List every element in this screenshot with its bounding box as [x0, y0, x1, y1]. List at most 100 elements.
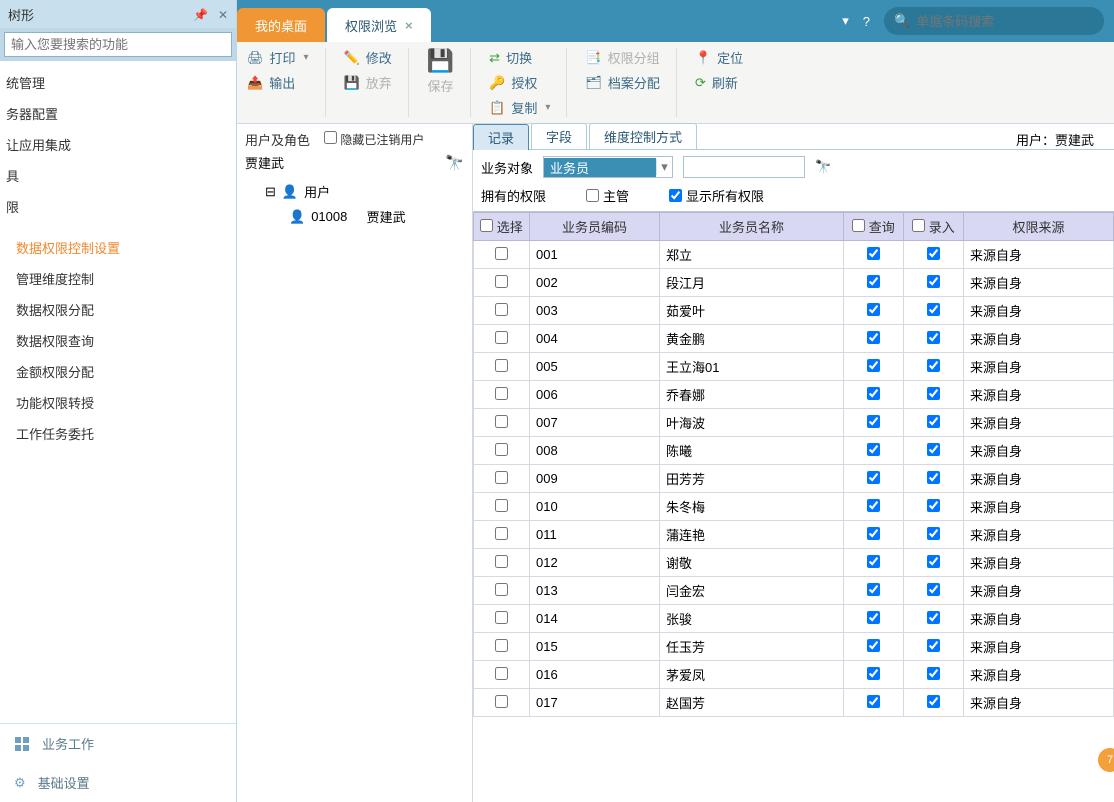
- refresh-button[interactable]: ⟳ 刷新: [695, 73, 743, 92]
- sub-nav-item[interactable]: 数据权限查询: [14, 325, 236, 356]
- table-row[interactable]: 010朱冬梅来源自身: [474, 493, 1114, 521]
- nav-item[interactable]: 务器配置: [0, 98, 236, 129]
- dropdown-icon[interactable]: ▾: [842, 13, 849, 29]
- table-row[interactable]: 002段江月来源自身: [474, 269, 1114, 297]
- row-select[interactable]: [495, 611, 508, 624]
- chevron-down-icon[interactable]: ▾: [656, 159, 672, 175]
- row-query[interactable]: [867, 695, 880, 708]
- row-entry[interactable]: [927, 667, 940, 680]
- tree-root-user[interactable]: ⊟ 👤 用户: [265, 182, 464, 201]
- subtab-dim[interactable]: 维度控制方式: [589, 123, 697, 149]
- row-query[interactable]: [867, 583, 880, 596]
- table-row[interactable]: 017赵国芳来源自身: [474, 689, 1114, 717]
- col-entry[interactable]: 录入: [904, 213, 964, 241]
- col-source[interactable]: 权限来源: [964, 213, 1114, 241]
- row-entry[interactable]: [927, 695, 940, 708]
- row-entry[interactable]: [927, 443, 940, 456]
- table-row[interactable]: 015任玉芳来源自身: [474, 633, 1114, 661]
- row-entry[interactable]: [927, 639, 940, 652]
- global-search[interactable]: 🔍: [884, 7, 1104, 35]
- row-query[interactable]: [867, 471, 880, 484]
- row-query[interactable]: [867, 611, 880, 624]
- col-query[interactable]: 查询: [844, 213, 904, 241]
- hide-cancelled-checkbox[interactable]: 隐藏已注销用户: [324, 131, 424, 148]
- row-query[interactable]: [867, 359, 880, 372]
- function-search-input[interactable]: [4, 32, 232, 57]
- supervisor-checkbox[interactable]: 主管: [586, 186, 629, 205]
- row-select[interactable]: [495, 695, 508, 708]
- row-query[interactable]: [867, 639, 880, 652]
- tab-permission-browse[interactable]: 权限浏览 ×: [327, 8, 431, 42]
- col-select[interactable]: 选择: [474, 213, 530, 241]
- biz-object-combo[interactable]: 业务员 ▾: [543, 156, 673, 178]
- sub-nav-item[interactable]: 工作任务委托: [14, 418, 236, 449]
- row-entry[interactable]: [927, 555, 940, 568]
- sub-nav-item[interactable]: 管理维度控制: [14, 263, 236, 294]
- row-entry[interactable]: [927, 331, 940, 344]
- row-query[interactable]: [867, 387, 880, 400]
- row-select[interactable]: [495, 247, 508, 260]
- table-row[interactable]: 004黄金鹏来源自身: [474, 325, 1114, 353]
- row-entry[interactable]: [927, 583, 940, 596]
- row-select[interactable]: [495, 527, 508, 540]
- filter-input[interactable]: [684, 157, 804, 177]
- row-select[interactable]: [495, 275, 508, 288]
- authorize-button[interactable]: 🔑 授权: [489, 73, 550, 92]
- row-query[interactable]: [867, 527, 880, 540]
- row-entry[interactable]: [927, 471, 940, 484]
- row-query[interactable]: [867, 667, 880, 680]
- pin-icon[interactable]: 📌: [193, 8, 208, 22]
- row-select[interactable]: [495, 583, 508, 596]
- row-select[interactable]: [495, 639, 508, 652]
- binoculars-icon[interactable]: 🔭: [815, 159, 831, 175]
- export-button[interactable]: 📤 输出: [247, 73, 309, 92]
- binoculars-icon[interactable]: 🔭: [445, 154, 464, 172]
- row-select[interactable]: [495, 443, 508, 456]
- locate-button[interactable]: 📍 定位: [695, 48, 743, 67]
- row-query[interactable]: [867, 247, 880, 260]
- row-select[interactable]: [495, 415, 508, 428]
- biz-work-button[interactable]: 业务工作: [0, 724, 236, 763]
- row-select[interactable]: [495, 303, 508, 316]
- row-select[interactable]: [495, 471, 508, 484]
- nav-item[interactable]: 统管理: [0, 67, 236, 98]
- col-name[interactable]: 业务员名称: [660, 213, 844, 241]
- table-row[interactable]: 012谢敬来源自身: [474, 549, 1114, 577]
- nav-item[interactable]: 让应用集成: [0, 129, 236, 160]
- row-query[interactable]: [867, 303, 880, 316]
- row-entry[interactable]: [927, 611, 940, 624]
- tree-user-node[interactable]: 👤 01008 贾建武: [289, 207, 464, 226]
- row-entry[interactable]: [927, 499, 940, 512]
- row-entry[interactable]: [927, 359, 940, 372]
- switch-button[interactable]: ⇄ 切换: [489, 48, 550, 67]
- subtab-record[interactable]: 记录: [473, 124, 529, 150]
- row-query[interactable]: [867, 275, 880, 288]
- close-panel-icon[interactable]: ✕: [218, 8, 228, 22]
- copy-button[interactable]: 📋 复制▾: [489, 98, 550, 117]
- row-query[interactable]: [867, 331, 880, 344]
- global-search-input[interactable]: [916, 14, 1094, 29]
- table-row[interactable]: 016茅爱凤来源自身: [474, 661, 1114, 689]
- row-entry[interactable]: [927, 303, 940, 316]
- row-select[interactable]: [495, 667, 508, 680]
- sub-nav-item[interactable]: 数据权限控制设置: [14, 232, 236, 263]
- table-row[interactable]: 001郑立来源自身: [474, 241, 1114, 269]
- row-select[interactable]: [495, 359, 508, 372]
- row-select[interactable]: [495, 387, 508, 400]
- close-tab-icon[interactable]: ×: [405, 18, 413, 33]
- sub-nav-item[interactable]: 金额权限分配: [14, 356, 236, 387]
- row-select[interactable]: [495, 555, 508, 568]
- table-row[interactable]: 014张骏来源自身: [474, 605, 1114, 633]
- help-icon[interactable]: ?: [863, 14, 870, 29]
- tab-my-desktop[interactable]: 我的桌面: [237, 8, 325, 42]
- row-query[interactable]: [867, 415, 880, 428]
- table-row[interactable]: 007叶海波来源自身: [474, 409, 1114, 437]
- row-select[interactable]: [495, 499, 508, 512]
- row-select[interactable]: [495, 331, 508, 344]
- print-button[interactable]: 🖨 打印▾: [247, 48, 309, 67]
- modify-button[interactable]: ✏️ 修改: [344, 48, 392, 67]
- show-all-checkbox[interactable]: 显示所有权限: [669, 186, 764, 205]
- sub-nav-item[interactable]: 数据权限分配: [14, 294, 236, 325]
- table-row[interactable]: 003茹爱叶来源自身: [474, 297, 1114, 325]
- row-query[interactable]: [867, 499, 880, 512]
